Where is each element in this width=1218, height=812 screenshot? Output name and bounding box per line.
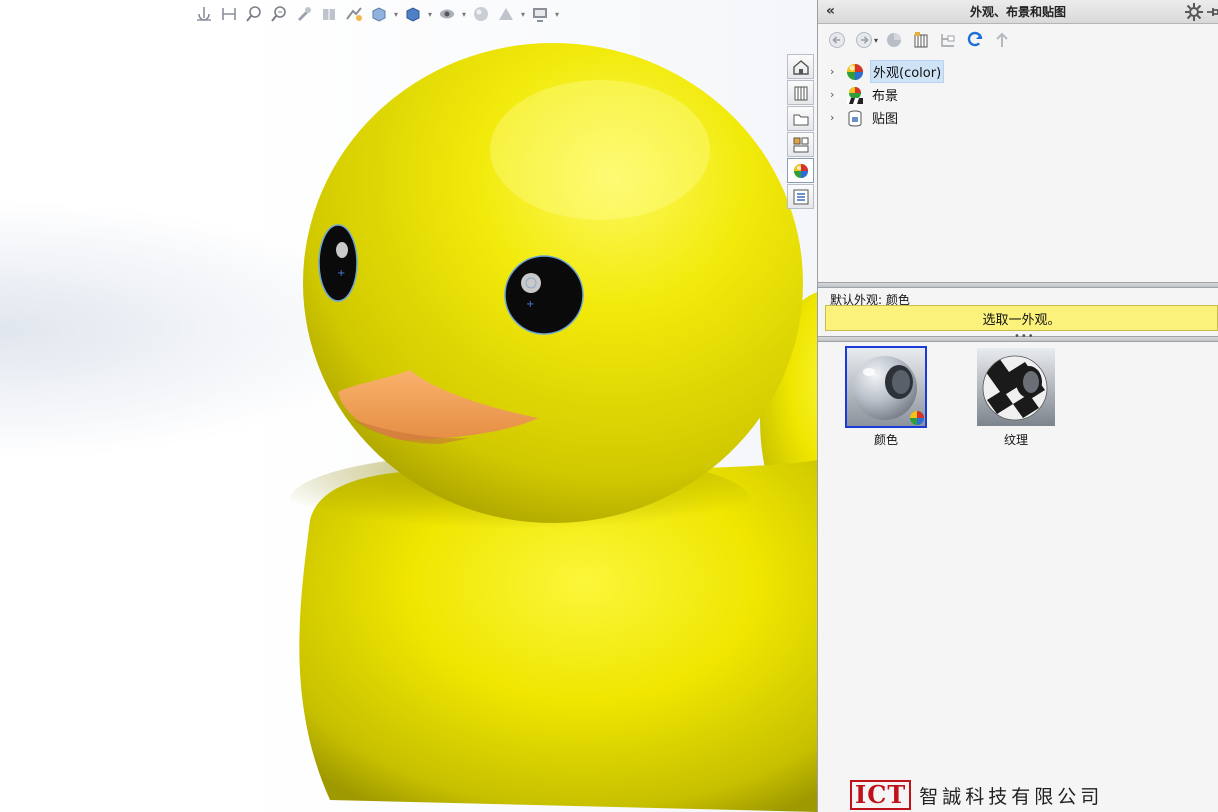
back-arrow-icon [829,32,845,48]
chevron-down-icon[interactable]: ▾ [461,10,467,19]
appearance-gallery: 颜色 纹理 [818,342,1218,448]
task-pane-title-bar: « 外观、布景和贴图 [818,0,1218,24]
hide-show-items-icon[interactable] [436,3,458,25]
chevron-right-icon[interactable]: › [830,65,840,78]
zoom-to-fit-icon[interactable] [243,3,265,25]
pin-icon[interactable] [1206,5,1218,19]
folder-icon [793,114,808,125]
view-orientation-icon[interactable] [368,3,390,25]
tree-item-scenes[interactable]: › 布景 [830,83,1218,106]
appearance-sphere-icon [793,163,808,178]
add-library-icon [887,33,902,47]
collapse-pane-button[interactable]: « [826,3,835,19]
gallery-item-label: 纹理 [1003,433,1028,447]
chevron-down-icon[interactable]: ▾ [427,10,433,19]
tab-custom-properties[interactable] [787,184,814,209]
gallery-item-color[interactable]: 颜色 [844,346,928,448]
tab-file-explorer[interactable] [787,106,814,131]
tab-appearances-scenes-decals[interactable] [787,158,814,183]
refresh-icon [967,31,983,47]
back-button[interactable] [826,29,848,51]
edit-appearance-icon[interactable] [470,3,492,25]
refresh-button[interactable] [964,29,986,51]
previous-view-icon[interactable] [293,3,315,25]
chevron-down-icon[interactable]: ▾ [554,10,560,19]
chevron-right-icon[interactable]: › [830,88,840,101]
grip-dots-icon: ••• [1014,331,1035,342]
apply-scene-icon[interactable] [495,3,517,25]
up-one-level-button[interactable] [991,29,1013,51]
section-cut-icon[interactable] [318,3,340,25]
library-button[interactable] [910,29,932,51]
display-style-icon[interactable] [402,3,424,25]
tab-design-library[interactable] [787,80,814,105]
home-icon [792,59,809,75]
scene-icon [847,86,863,104]
svg-text:+: + [337,268,345,279]
properties-list-icon [793,189,808,204]
new-folder-button[interactable] [937,29,959,51]
task-pane-toolbar: ▾ [818,24,1218,56]
default-appearance-label: 默认外观: 颜色 [830,293,910,307]
chevron-down-icon[interactable]: ▾ [874,36,878,45]
library-icon [794,86,807,100]
company-logo-mark: ICT [850,780,912,810]
company-name: 智誠科技有限公司 [919,785,1104,808]
gallery-splitter[interactable]: ••• [818,331,1218,342]
tree-item-decals[interactable]: › 贴图 [830,106,1218,129]
heads-up-view-toolbar: ▾ ▾ ▾ ▾ ▾ [193,2,560,26]
view-orientation-anchor-icon[interactable] [193,3,215,25]
texture-appearance-thumbnail [975,346,1057,428]
tab-solidworks-resources[interactable] [787,54,814,79]
chevron-down-icon[interactable]: ▾ [520,10,526,19]
gallery-item-label: 颜色 [873,433,898,447]
chevron-right-icon[interactable]: › [830,111,840,124]
task-pane-tab-strip [787,54,816,212]
tree-item-label: 外观(color) [870,60,945,83]
tree-item-label: 布景 [872,89,899,104]
forward-button[interactable] [853,29,875,51]
forward-arrow-icon [856,32,872,48]
selection-hint-banner: 选取一外观。 [825,305,1218,331]
company-watermark: ICT 智誠科技有限公司 [850,780,1103,810]
gallery-item-texture[interactable]: 纹理 [974,346,1058,448]
folder-tree-icon [941,34,955,47]
gear-icon[interactable] [1184,2,1204,22]
tree-item-label: 贴图 [872,112,899,127]
graphics-viewport[interactable]: + + ▾ ▾ ▾ ▾ ▾ [0,0,817,812]
task-pane-title: 外观、布景和贴图 [969,5,1066,19]
view-settings-icon[interactable] [529,3,551,25]
appearances-task-pane: « 外观、布景和贴图 ▾ › 外观(color) › 布景 › 贴图 默认外观:… [817,0,1218,812]
add-to-library-button[interactable] [883,29,905,51]
design-library-icon [914,32,928,48]
up-arrow-icon [996,32,1008,47]
color-appearance-thumbnail [845,346,927,428]
tab-view-palette[interactable] [787,132,814,157]
svg-text:+: + [526,299,534,310]
appearance-tree: › 外观(color) › 布景 › 贴图 [818,56,1218,282]
zoom-to-area-icon[interactable] [268,3,290,25]
section-view-icon[interactable] [218,3,240,25]
view-palette-icon [793,137,808,152]
chevron-down-icon[interactable]: ▾ [393,10,399,19]
rubber-duck-model[interactable]: + + [0,0,817,812]
dynamic-annotation-icon[interactable] [343,3,365,25]
decal-icon [848,110,862,127]
appearance-sphere-icon [847,63,863,80]
tree-item-appearances[interactable]: › 外观(color) [830,60,1218,83]
